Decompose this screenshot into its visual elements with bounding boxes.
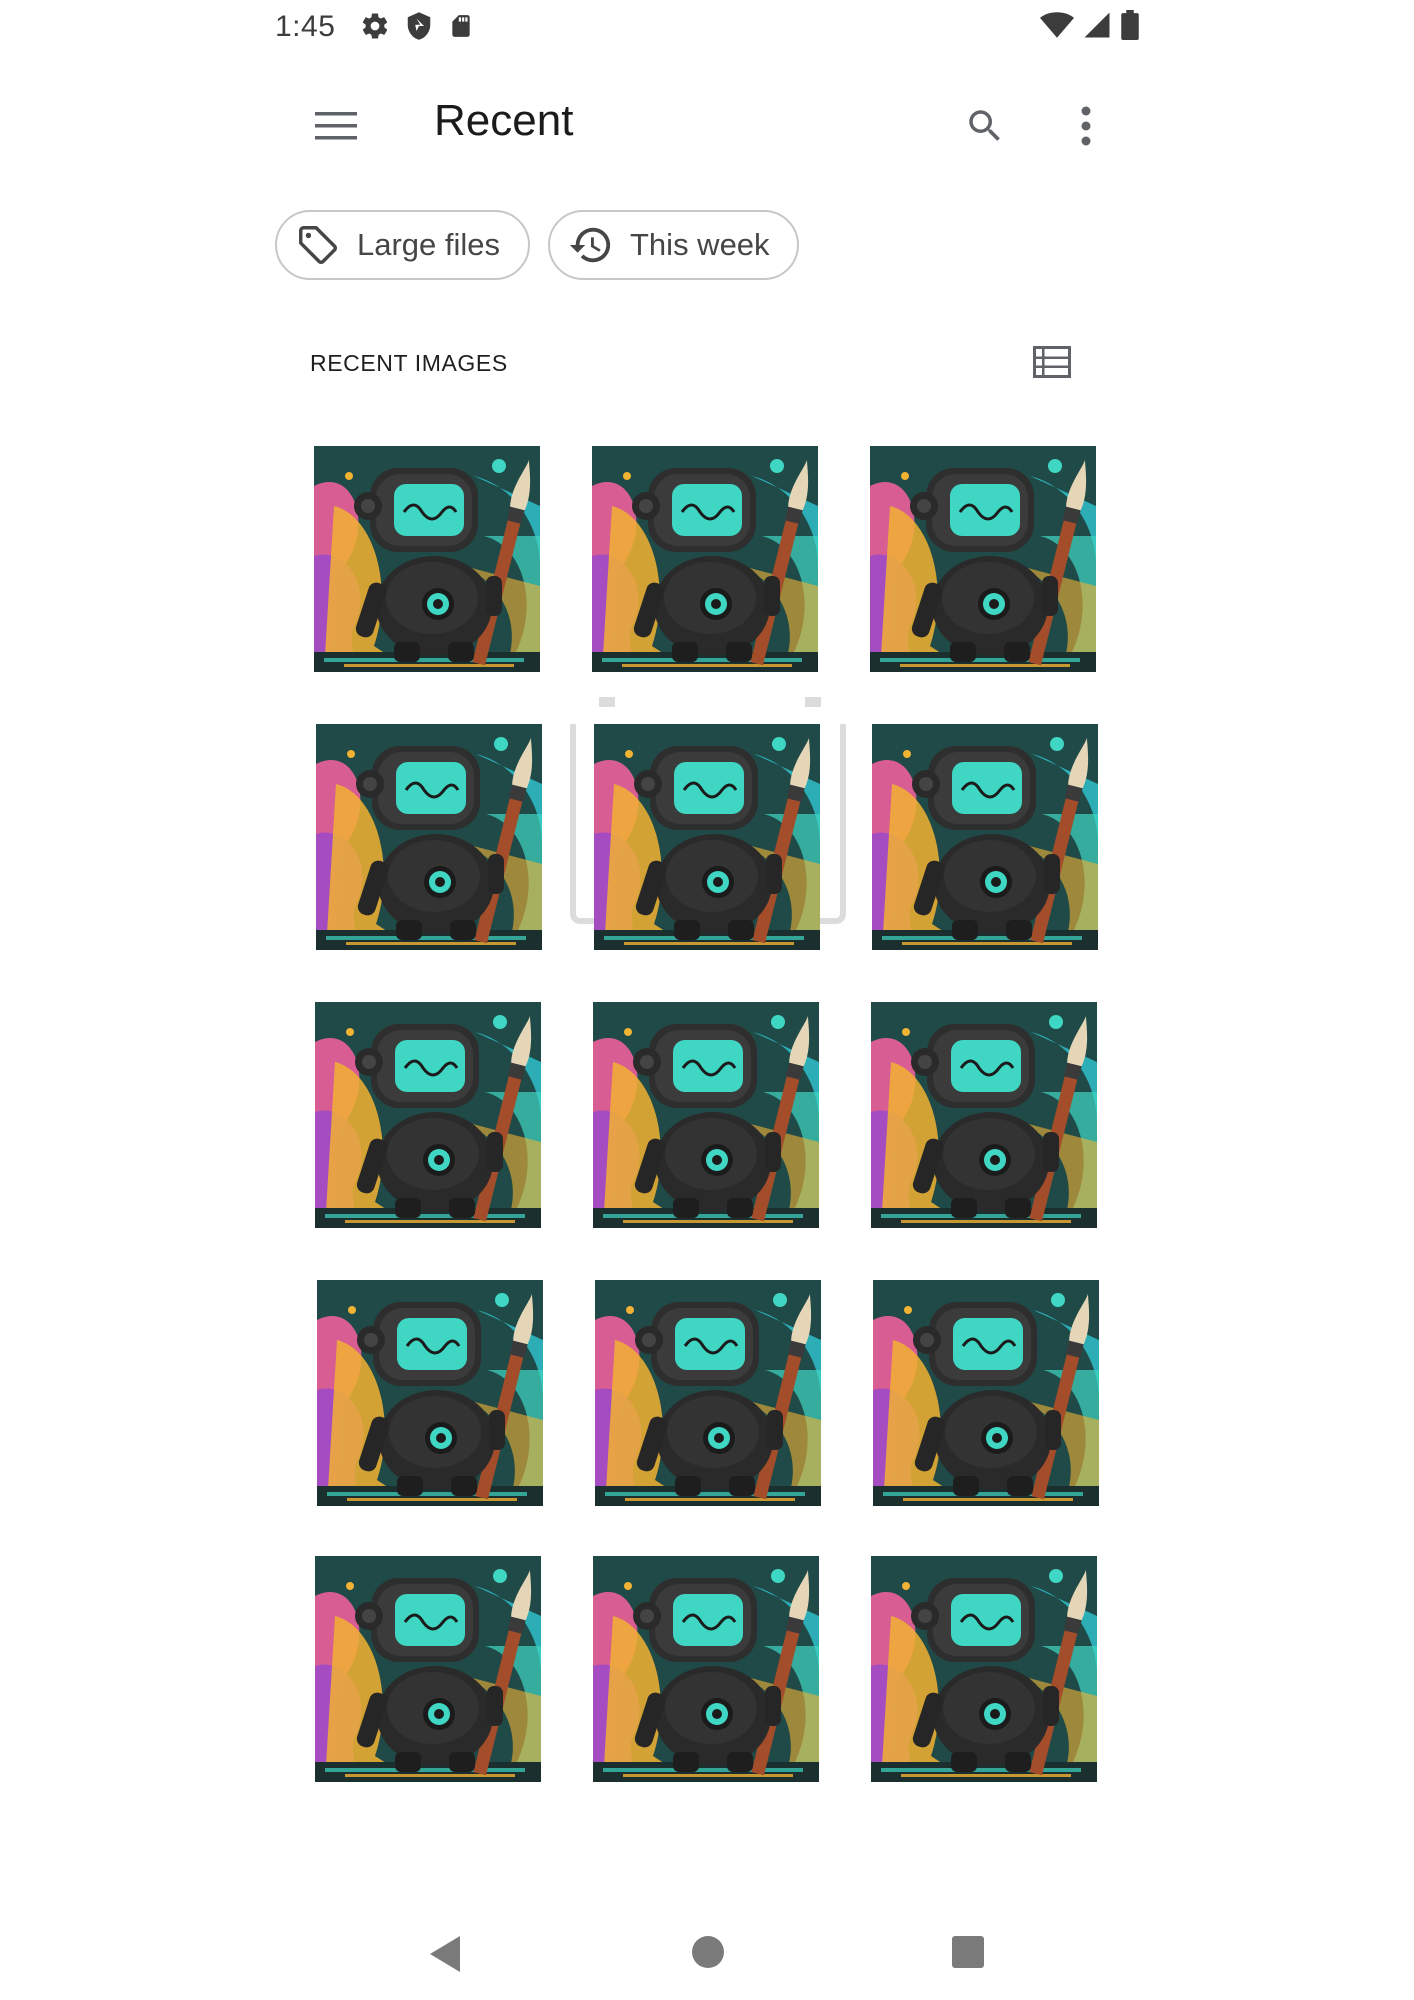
status-left-icons bbox=[360, 10, 474, 47]
robot-painter-thumbnail bbox=[317, 1280, 543, 1506]
image-thumbnail[interactable] bbox=[872, 724, 1098, 950]
image-thumbnail[interactable] bbox=[315, 1556, 541, 1782]
hamburger-menu-icon bbox=[315, 111, 357, 146]
robot-painter-thumbnail bbox=[314, 446, 540, 672]
more-options-button[interactable] bbox=[1056, 96, 1116, 160]
search-button[interactable] bbox=[953, 96, 1017, 160]
image-thumbnail[interactable] bbox=[316, 724, 542, 950]
more-vert-icon bbox=[1080, 106, 1092, 151]
image-thumbnail[interactable] bbox=[315, 1002, 541, 1228]
recents-button[interactable] bbox=[951, 1935, 987, 1971]
image-thumbnail[interactable] bbox=[873, 1280, 1099, 1506]
image-thumbnail[interactable] bbox=[871, 1002, 1097, 1228]
image-thumbnail[interactable] bbox=[871, 1556, 1097, 1782]
image-thumbnail[interactable] bbox=[593, 1002, 819, 1228]
robot-painter-thumbnail bbox=[873, 1280, 1099, 1506]
home-button[interactable] bbox=[690, 1934, 728, 1972]
back-button[interactable] bbox=[428, 1934, 468, 1978]
status-right-icons bbox=[1040, 10, 1140, 45]
drag-handle-right[interactable] bbox=[805, 697, 821, 707]
large-files-chip-label: Large files bbox=[357, 227, 501, 262]
drag-handle-left[interactable] bbox=[599, 697, 615, 707]
shield-icon bbox=[404, 10, 434, 47]
robot-painter-thumbnail bbox=[595, 1280, 821, 1506]
list-view-toggle-button[interactable] bbox=[1028, 342, 1076, 386]
home-icon bbox=[690, 1936, 726, 1974]
robot-painter-thumbnail bbox=[871, 1002, 1097, 1228]
history-icon bbox=[568, 222, 614, 268]
this-week-chip-label: This week bbox=[630, 227, 770, 262]
this-week-chip[interactable]: This week bbox=[548, 210, 799, 280]
back-icon bbox=[428, 1936, 462, 1978]
robot-painter-thumbnail bbox=[593, 1556, 819, 1782]
page-title: Recent bbox=[434, 96, 574, 145]
status-bar: 1:45 bbox=[0, 0, 1414, 56]
cellular-signal-icon bbox=[1082, 10, 1112, 45]
robot-painter-thumbnail bbox=[594, 724, 820, 950]
robot-painter-thumbnail bbox=[593, 1002, 819, 1228]
image-thumbnail[interactable] bbox=[595, 1280, 821, 1506]
robot-painter-thumbnail bbox=[871, 1556, 1097, 1782]
image-thumbnail[interactable] bbox=[593, 1556, 819, 1782]
robot-painter-thumbnail bbox=[315, 1002, 541, 1228]
battery-icon bbox=[1120, 10, 1140, 45]
section-title: RECENT IMAGES bbox=[310, 350, 508, 376]
settings-icon bbox=[360, 10, 390, 47]
recents-icon bbox=[951, 1936, 985, 1973]
robot-painter-thumbnail bbox=[592, 446, 818, 672]
wifi-icon bbox=[1040, 10, 1074, 45]
robot-painter-thumbnail bbox=[316, 724, 542, 950]
status-time: 1:45 bbox=[275, 10, 336, 43]
sd-card-icon bbox=[448, 10, 474, 47]
search-icon bbox=[964, 105, 1006, 152]
robot-painter-thumbnail bbox=[872, 724, 1098, 950]
menu-button[interactable] bbox=[306, 98, 366, 158]
image-thumbnail[interactable] bbox=[314, 446, 540, 672]
tag-icon bbox=[295, 222, 341, 268]
large-files-chip[interactable]: Large files bbox=[275, 210, 530, 280]
image-thumbnail[interactable] bbox=[594, 724, 820, 950]
robot-painter-thumbnail bbox=[870, 446, 1096, 672]
list-view-icon bbox=[1033, 345, 1071, 383]
image-thumbnail[interactable] bbox=[317, 1280, 543, 1506]
image-thumbnail[interactable] bbox=[870, 446, 1096, 672]
robot-painter-thumbnail bbox=[315, 1556, 541, 1782]
app-bar: Recent bbox=[0, 80, 1414, 170]
image-thumbnail[interactable] bbox=[592, 446, 818, 672]
navigation-bar bbox=[0, 1900, 1414, 2000]
